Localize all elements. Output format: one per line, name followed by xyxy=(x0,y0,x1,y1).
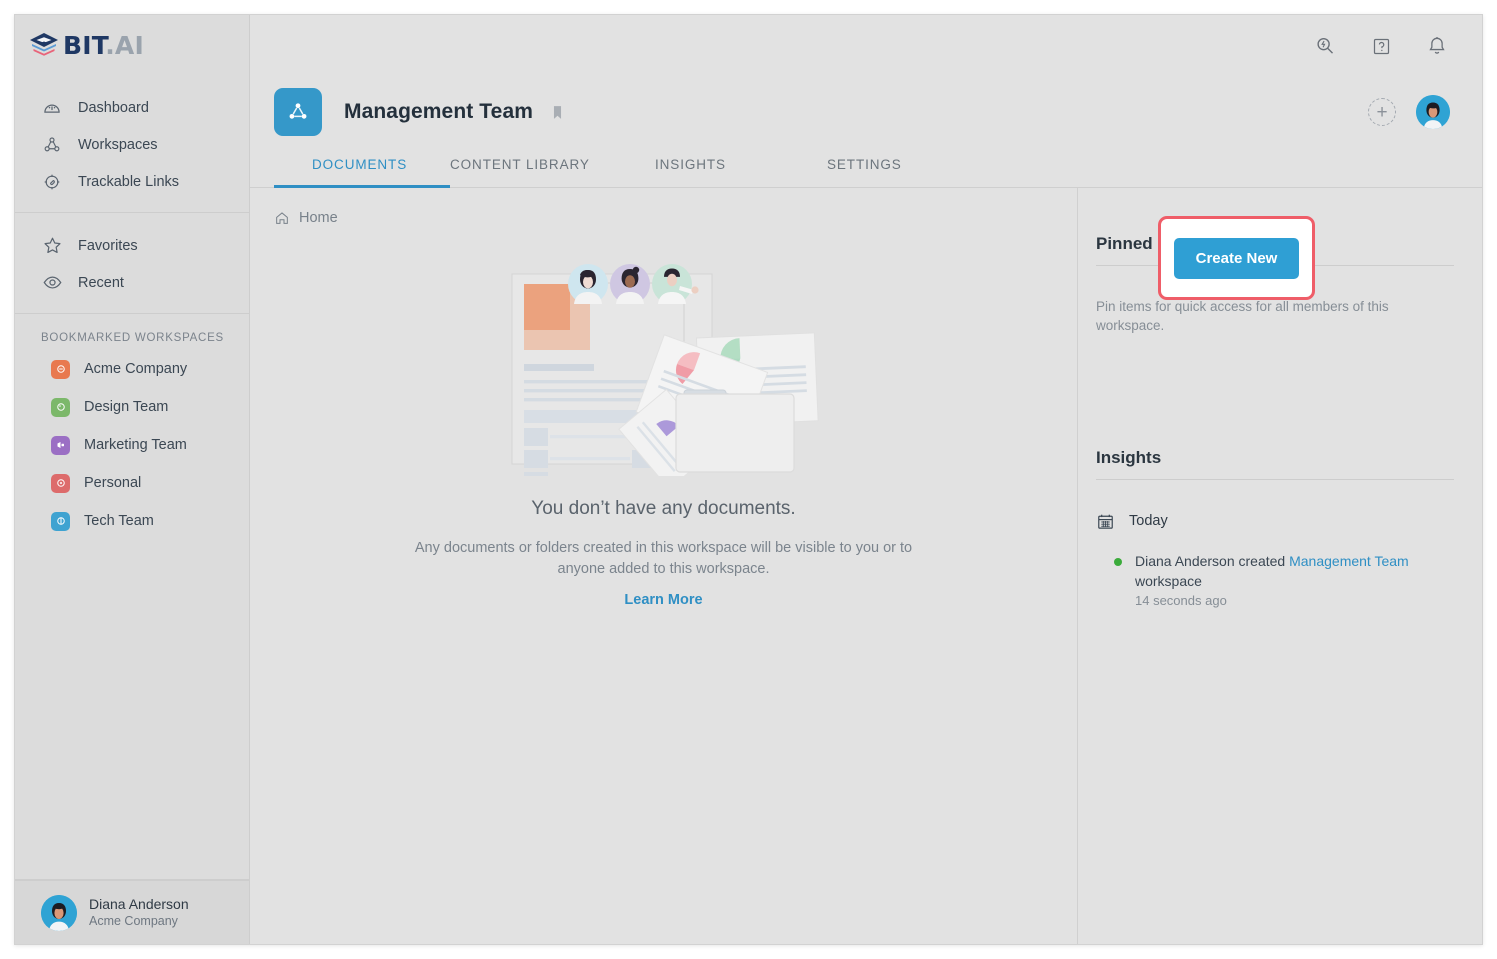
tab-settings[interactable]: SETTINGS xyxy=(827,147,977,188)
workspace-chip-icon xyxy=(51,435,70,455)
eye-icon xyxy=(41,272,63,294)
brand-name-secondary: .AI xyxy=(105,30,144,60)
workspace-item-personal[interactable]: Personal xyxy=(15,464,249,502)
calendar-icon xyxy=(1096,512,1115,531)
insight-workspace-link[interactable]: Management Team xyxy=(1289,553,1409,569)
learn-more-link[interactable]: Learn More xyxy=(624,592,702,608)
star-icon xyxy=(41,235,63,257)
add-member-button[interactable]: + xyxy=(1368,98,1396,126)
empty-state: You don’t have any documents. Any docume… xyxy=(250,246,1077,608)
content-body: Home You don’t have any documents. Any d… xyxy=(250,188,1482,944)
user-profile-card[interactable]: Diana Anderson Acme Company xyxy=(15,880,249,944)
bookmark-icon[interactable] xyxy=(549,104,566,121)
page-title: Management Team xyxy=(344,100,533,123)
breadcrumb-label: Home xyxy=(299,210,338,226)
insights-group: Today xyxy=(1096,512,1454,531)
workspace-item-label: Marketing Team xyxy=(84,437,187,453)
user-name: Diana Anderson xyxy=(89,896,189,913)
pinned-items-description: Pin items for quick access for all membe… xyxy=(1096,299,1389,333)
avatar xyxy=(41,894,77,931)
search-icon[interactable] xyxy=(1312,33,1338,59)
sidebar-item-trackable-links[interactable]: Trackable Links xyxy=(15,163,249,200)
sidebar-item-favorites[interactable]: Favorites xyxy=(15,227,249,264)
insight-list-item: Diana Anderson created Management Team w… xyxy=(1096,551,1454,609)
sidebar-item-label: Favorites xyxy=(78,237,138,254)
insight-actor: Diana Anderson created xyxy=(1135,552,1290,569)
workspace-header: Management Team + xyxy=(250,77,1482,147)
bookmarked-workspaces-title: BOOKMARKED WORKSPACES xyxy=(41,332,224,344)
documents-empty-illustration-icon xyxy=(494,246,834,490)
status-dot xyxy=(1114,557,1122,566)
empty-state-description: Any documents or folders created in this… xyxy=(414,540,913,578)
sidebar-item-label: Recent xyxy=(78,274,124,291)
workspace-share-icon[interactable] xyxy=(274,88,322,136)
secondary-nav: Favorites Recent xyxy=(15,213,249,301)
user-org: Acme Company xyxy=(89,914,178,929)
bookmarked-workspaces-list: Acme Company Design Team Marketing Team … xyxy=(15,350,249,540)
workspace-item-label: Personal xyxy=(84,475,142,491)
workspace-item-label: Tech Team xyxy=(84,513,154,529)
tab-documents[interactable]: DOCUMENTS xyxy=(274,147,450,188)
insight-text: Diana Anderson created Management Team w… xyxy=(1135,551,1454,592)
help-icon[interactable] xyxy=(1368,33,1394,59)
brand-name-primary: BIT xyxy=(63,30,106,60)
main-area: Management Team + DOCUMENTS CONTENT LIBR… xyxy=(250,15,1482,944)
tab-bar: DOCUMENTS CONTENT LIBRARY INSIGHTS SETTI… xyxy=(250,147,1482,188)
sidebar-item-workspaces[interactable]: Workspaces xyxy=(15,126,249,163)
insight-suffix: workspace xyxy=(1135,573,1202,590)
documents-column: Home You don’t have any documents. Any d… xyxy=(250,188,1078,944)
workspace-item-tech-team[interactable]: Tech Team xyxy=(15,502,249,540)
insights-block: Insights Today Diana Anderson created Ma… xyxy=(1096,448,1454,609)
avatar[interactable] xyxy=(1416,95,1450,129)
create-new-highlight: Create New xyxy=(1158,216,1315,300)
sidebar-item-label: Dashboard xyxy=(78,99,149,116)
sidebar: BIT.AI Dashboard Workspaces Trackable Li… xyxy=(15,15,250,944)
workspace-item-label: Design Team xyxy=(84,399,169,415)
insight-timestamp: 14 seconds ago xyxy=(1135,593,1227,609)
brand-logo[interactable]: BIT.AI xyxy=(15,15,249,75)
sidebar-item-dashboard[interactable]: Dashboard xyxy=(15,89,249,126)
workspace-chip-icon xyxy=(51,359,70,379)
sidebar-item-recent[interactable]: Recent xyxy=(15,264,249,301)
create-new-button[interactable]: Create New xyxy=(1173,237,1300,279)
insights-heading: Insights xyxy=(1096,448,1454,480)
trackable-links-target-icon xyxy=(41,171,63,193)
empty-state-title: You don’t have any documents. xyxy=(531,498,796,519)
insights-group-label: Today xyxy=(1129,513,1168,530)
workspace-chip-icon xyxy=(51,397,70,417)
tab-insights[interactable]: INSIGHTS xyxy=(655,147,827,188)
top-bar xyxy=(250,15,1482,77)
workspace-item-acme-company[interactable]: Acme Company xyxy=(15,350,249,388)
workspace-chip-icon xyxy=(51,473,70,493)
right-rail: Pinned Items Pin items for quick access … xyxy=(1078,188,1482,944)
notifications-bell-icon[interactable] xyxy=(1424,33,1450,59)
workspace-chip-icon xyxy=(51,511,70,531)
workspace-item-marketing-team[interactable]: Marketing Team xyxy=(15,426,249,464)
tab-content-library[interactable]: CONTENT LIBRARY xyxy=(450,147,655,188)
workspace-item-label: Acme Company xyxy=(84,361,188,377)
app-window: BIT.AI Dashboard Workspaces Trackable Li… xyxy=(14,14,1483,945)
home-icon xyxy=(274,210,290,226)
sidebar-item-label: Trackable Links xyxy=(78,173,180,190)
dashboard-gauge-icon xyxy=(41,97,63,119)
workspaces-network-icon xyxy=(41,134,63,156)
sidebar-item-label: Workspaces xyxy=(78,136,158,153)
primary-nav: Dashboard Workspaces Trackable Links xyxy=(15,75,249,200)
breadcrumb[interactable]: Home xyxy=(250,188,338,226)
workspace-item-design-team[interactable]: Design Team xyxy=(15,388,249,426)
stacked-diamond-logo-icon xyxy=(29,32,59,58)
